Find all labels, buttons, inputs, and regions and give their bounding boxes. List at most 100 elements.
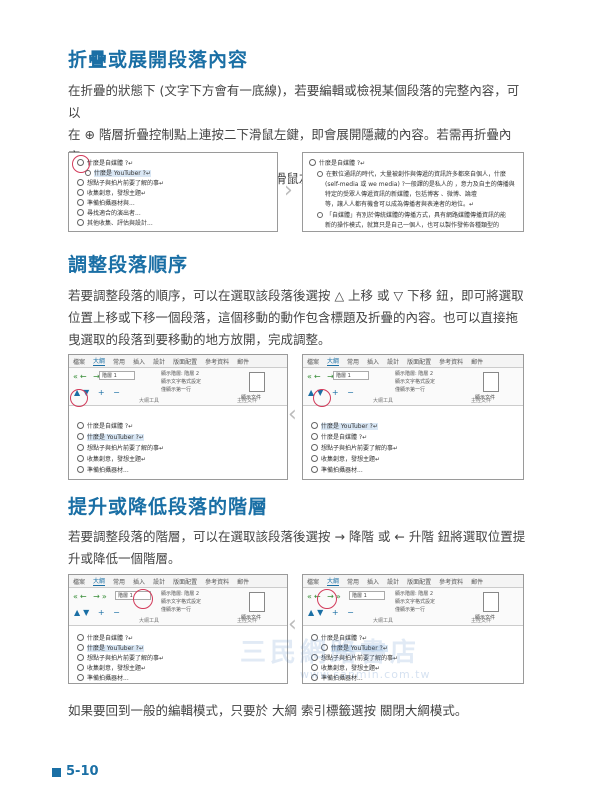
highlight-circle [313,389,331,407]
outline-line: 等，讓人人都有機會可以成為傳播者與表達者的地位。↵ [325,201,475,208]
tab-layout[interactable]: 版面配置 [173,577,197,586]
group2-label: 主控文件 [471,398,492,404]
page-number: 5-10 [66,764,99,779]
screenshot-collapse-before: 什麼是自媒體 ?↵ 什麼是 YouTuber ?↵ 想點子與拍片前要了解的事↵ … [68,152,278,232]
outline-line: 什麼是自媒體 ?↵ [77,633,133,642]
ribbon-body: «← →» 階層 1 顯示階層: 階層 2 顯示文字格式設定 僅顯示第一行 顯示… [303,368,523,406]
screenshot-collapse-after: 什麼是自媒體 ?↵ 在數位通訊的時代，大量被創作與傳遞的資訊許多都來自個人，什麼… [302,152,524,232]
section-paragraph-reorder: 若要調整段落的順序，可以在選取該段落後選按 △ 上移 或 ▽ 下移 鈕，即可將選… [68,285,528,351]
tab-insert[interactable]: 插入 [367,357,379,366]
tab-references[interactable]: 參考資料 [205,357,229,366]
section-paragraph-level: 若要調整段落的階層，可以在選取該段落後選按 → 降階 或 ← 升階 鈕將選取位置… [68,526,528,570]
ribbon-tabs: 檔案 大綱 常用 插入 設計 版面配置 參考資料 郵件 [69,575,287,588]
outline-line: 其他收集、評估與設計... [77,218,153,227]
outline-line: 準備拍攝器材... [77,465,129,474]
outline-line: 什麼是自媒體 ?↵ [77,158,133,167]
para-line: 曳選取的段落到要移動的地方放開，完成調整。 [68,332,331,347]
outline-line: 什麼是 YouTuber ?↵ [77,432,144,441]
tab-outline[interactable]: 大綱 [93,576,106,586]
section-title-level: 提升或降低段落的階層 [68,496,269,518]
outline-line: 什麼是自媒體 ?↵ [77,421,133,430]
tab-layout[interactable]: 版面配置 [173,357,197,366]
para-line: 位置上移或下移一個段落，這個移動的動作包含標題及折疊的內容。也可以直接拖 [68,310,519,325]
tab-outline[interactable]: 大綱 [327,356,340,366]
para-line: 在折疊的狀態下 (文字下方會有一底線)，若要編輯或檢視某個段落的完整內容，可以 [68,83,520,120]
highlight-circle [133,589,153,609]
outline-line: 收集創意，發想主題↵ [77,454,146,463]
ribbon-tabs: 檔案 大綱 常用 插入 設計 版面配置 參考資料 郵件 [303,355,523,368]
outline-line: 「自媒體」有別於傳統媒體的傳播方式，具有網路媒體傳播資訊的能 [317,210,506,219]
outline-line: 什麼是自媒體 ?↵ [309,158,365,167]
level-select[interactable]: 階層 1 [99,371,135,380]
highlight-circle [70,389,88,407]
outline-line: 收集創意，發想主題↵ [77,663,146,672]
outline-line: 準備拍攝器材... [77,673,129,682]
outline-line: 什麼是自媒體 ?↵ [311,432,367,441]
tab-file[interactable]: 檔案 [307,357,319,366]
tab-mailings[interactable]: 郵件 [471,357,483,366]
move-up-down-buttons[interactable]: ▲▼ + − [308,608,357,617]
tab-mailings[interactable]: 郵件 [237,577,249,586]
tab-design[interactable]: 設計 [387,357,399,366]
outline-line: 新的操作模式，就算只是自己一個人，也可以製作發佈各種類型的 [325,222,500,229]
section-title-collapse: 折疊或展開段落內容 [68,49,249,71]
outline-line: 想點子與拍片前要了解的事↵ [77,178,164,187]
outline-line: (self-media 或 we media) ?一般譯的是私人的 ，意力及自主… [325,181,515,188]
outline-options: 顯示階層: 階層 2 顯示文字格式設定 僅顯示第一行 [395,371,436,393]
group2-label: 主控文件 [471,618,492,624]
tab-home[interactable]: 常用 [347,577,359,586]
group-label: 大綱工具 [373,618,394,624]
document-icon[interactable] [249,372,265,392]
tab-layout[interactable]: 版面配置 [407,357,431,366]
tab-insert[interactable]: 插入 [133,577,145,586]
tab-design[interactable]: 設計 [387,577,399,586]
ribbon-tabs: 檔案 大綱 常用 插入 設計 版面配置 參考資料 郵件 [303,575,523,588]
level-select[interactable]: 階層 1 [333,371,369,380]
tab-design[interactable]: 設計 [153,357,165,366]
para-line: 升或降低一個階層。 [68,551,181,566]
tab-home[interactable]: 常用 [113,357,125,366]
tab-insert[interactable]: 插入 [367,577,379,586]
para-line: 若要調整段落的順序，可以在選取該段落後選按 △ 上移 或 ▽ 下移 鈕，即可將選… [68,288,524,303]
level-select[interactable]: 階層 1 [349,591,385,600]
tab-layout[interactable]: 版面配置 [407,577,431,586]
screenshot-reorder-before: 檔案 大綱 常用 插入 設計 版面配置 參考資料 郵件 «← →» 階層 1 顯… [68,354,288,480]
outline-options: 顯示階層: 階層 2 顯示文字格式設定 僅顯示第一行 [161,371,202,393]
document-icon[interactable] [483,592,499,612]
promote-demote-arrows[interactable]: «← →» [73,592,109,601]
outline-line: 準備拍攝器材... [311,465,363,474]
watermark-url: www.sanmin.com.tw [300,668,431,681]
highlight-circle [317,589,337,609]
tab-design[interactable]: 設計 [153,577,165,586]
outline-line: 什麼是 YouTuber ?↵ [85,168,151,177]
outline-options: 顯示階層: 階層 2 顯示文字格式設定 僅顯示第一行 [395,591,436,613]
page-marker [52,768,61,777]
para-line: 若要調整段落的階層，可以在選取該段落後選按 → 降階 或 ← 升階 鈕將選取位置… [68,529,526,544]
document-icon[interactable] [249,592,265,612]
tab-mailings[interactable]: 郵件 [237,357,249,366]
tab-references[interactable]: 參考資料 [439,577,463,586]
tab-outline[interactable]: 大綱 [93,356,106,366]
tab-home[interactable]: 常用 [347,357,359,366]
tab-mailings[interactable]: 郵件 [471,577,483,586]
outline-line: 想點子與拍片前要了解的事↵ [77,653,164,662]
watermark: 三民網路書店 [240,638,421,668]
tab-references[interactable]: 參考資料 [439,357,463,366]
group2-label: 主控文件 [237,618,258,624]
tab-insert[interactable]: 插入 [133,357,145,366]
outline-line: 尋找適合的演出者... [77,208,141,217]
group-label: 大綱工具 [373,398,394,404]
group-label: 大綱工具 [139,618,160,624]
group2-label: 主控文件 [237,398,258,404]
tab-file[interactable]: 檔案 [73,577,85,586]
tab-outline[interactable]: 大綱 [327,576,340,586]
closing-paragraph: 如果要回到一般的編輯模式，只要於 大綱 索引標籤選按 關閉大綱模式。 [68,703,468,718]
move-up-down-buttons[interactable]: ▲▼ + − [74,608,123,617]
document-icon[interactable] [483,372,499,392]
tab-file[interactable]: 檔案 [307,577,319,586]
tab-references[interactable]: 參考資料 [205,577,229,586]
tab-file[interactable]: 檔案 [73,357,85,366]
ribbon-body: «← →» 階層 1 顯示階層: 階層 2 顯示文字格式設定 僅顯示第一行 顯示… [69,588,287,626]
tab-home[interactable]: 常用 [113,577,125,586]
outline-line: 想點子與拍片前要了解的事↵ [311,443,398,452]
